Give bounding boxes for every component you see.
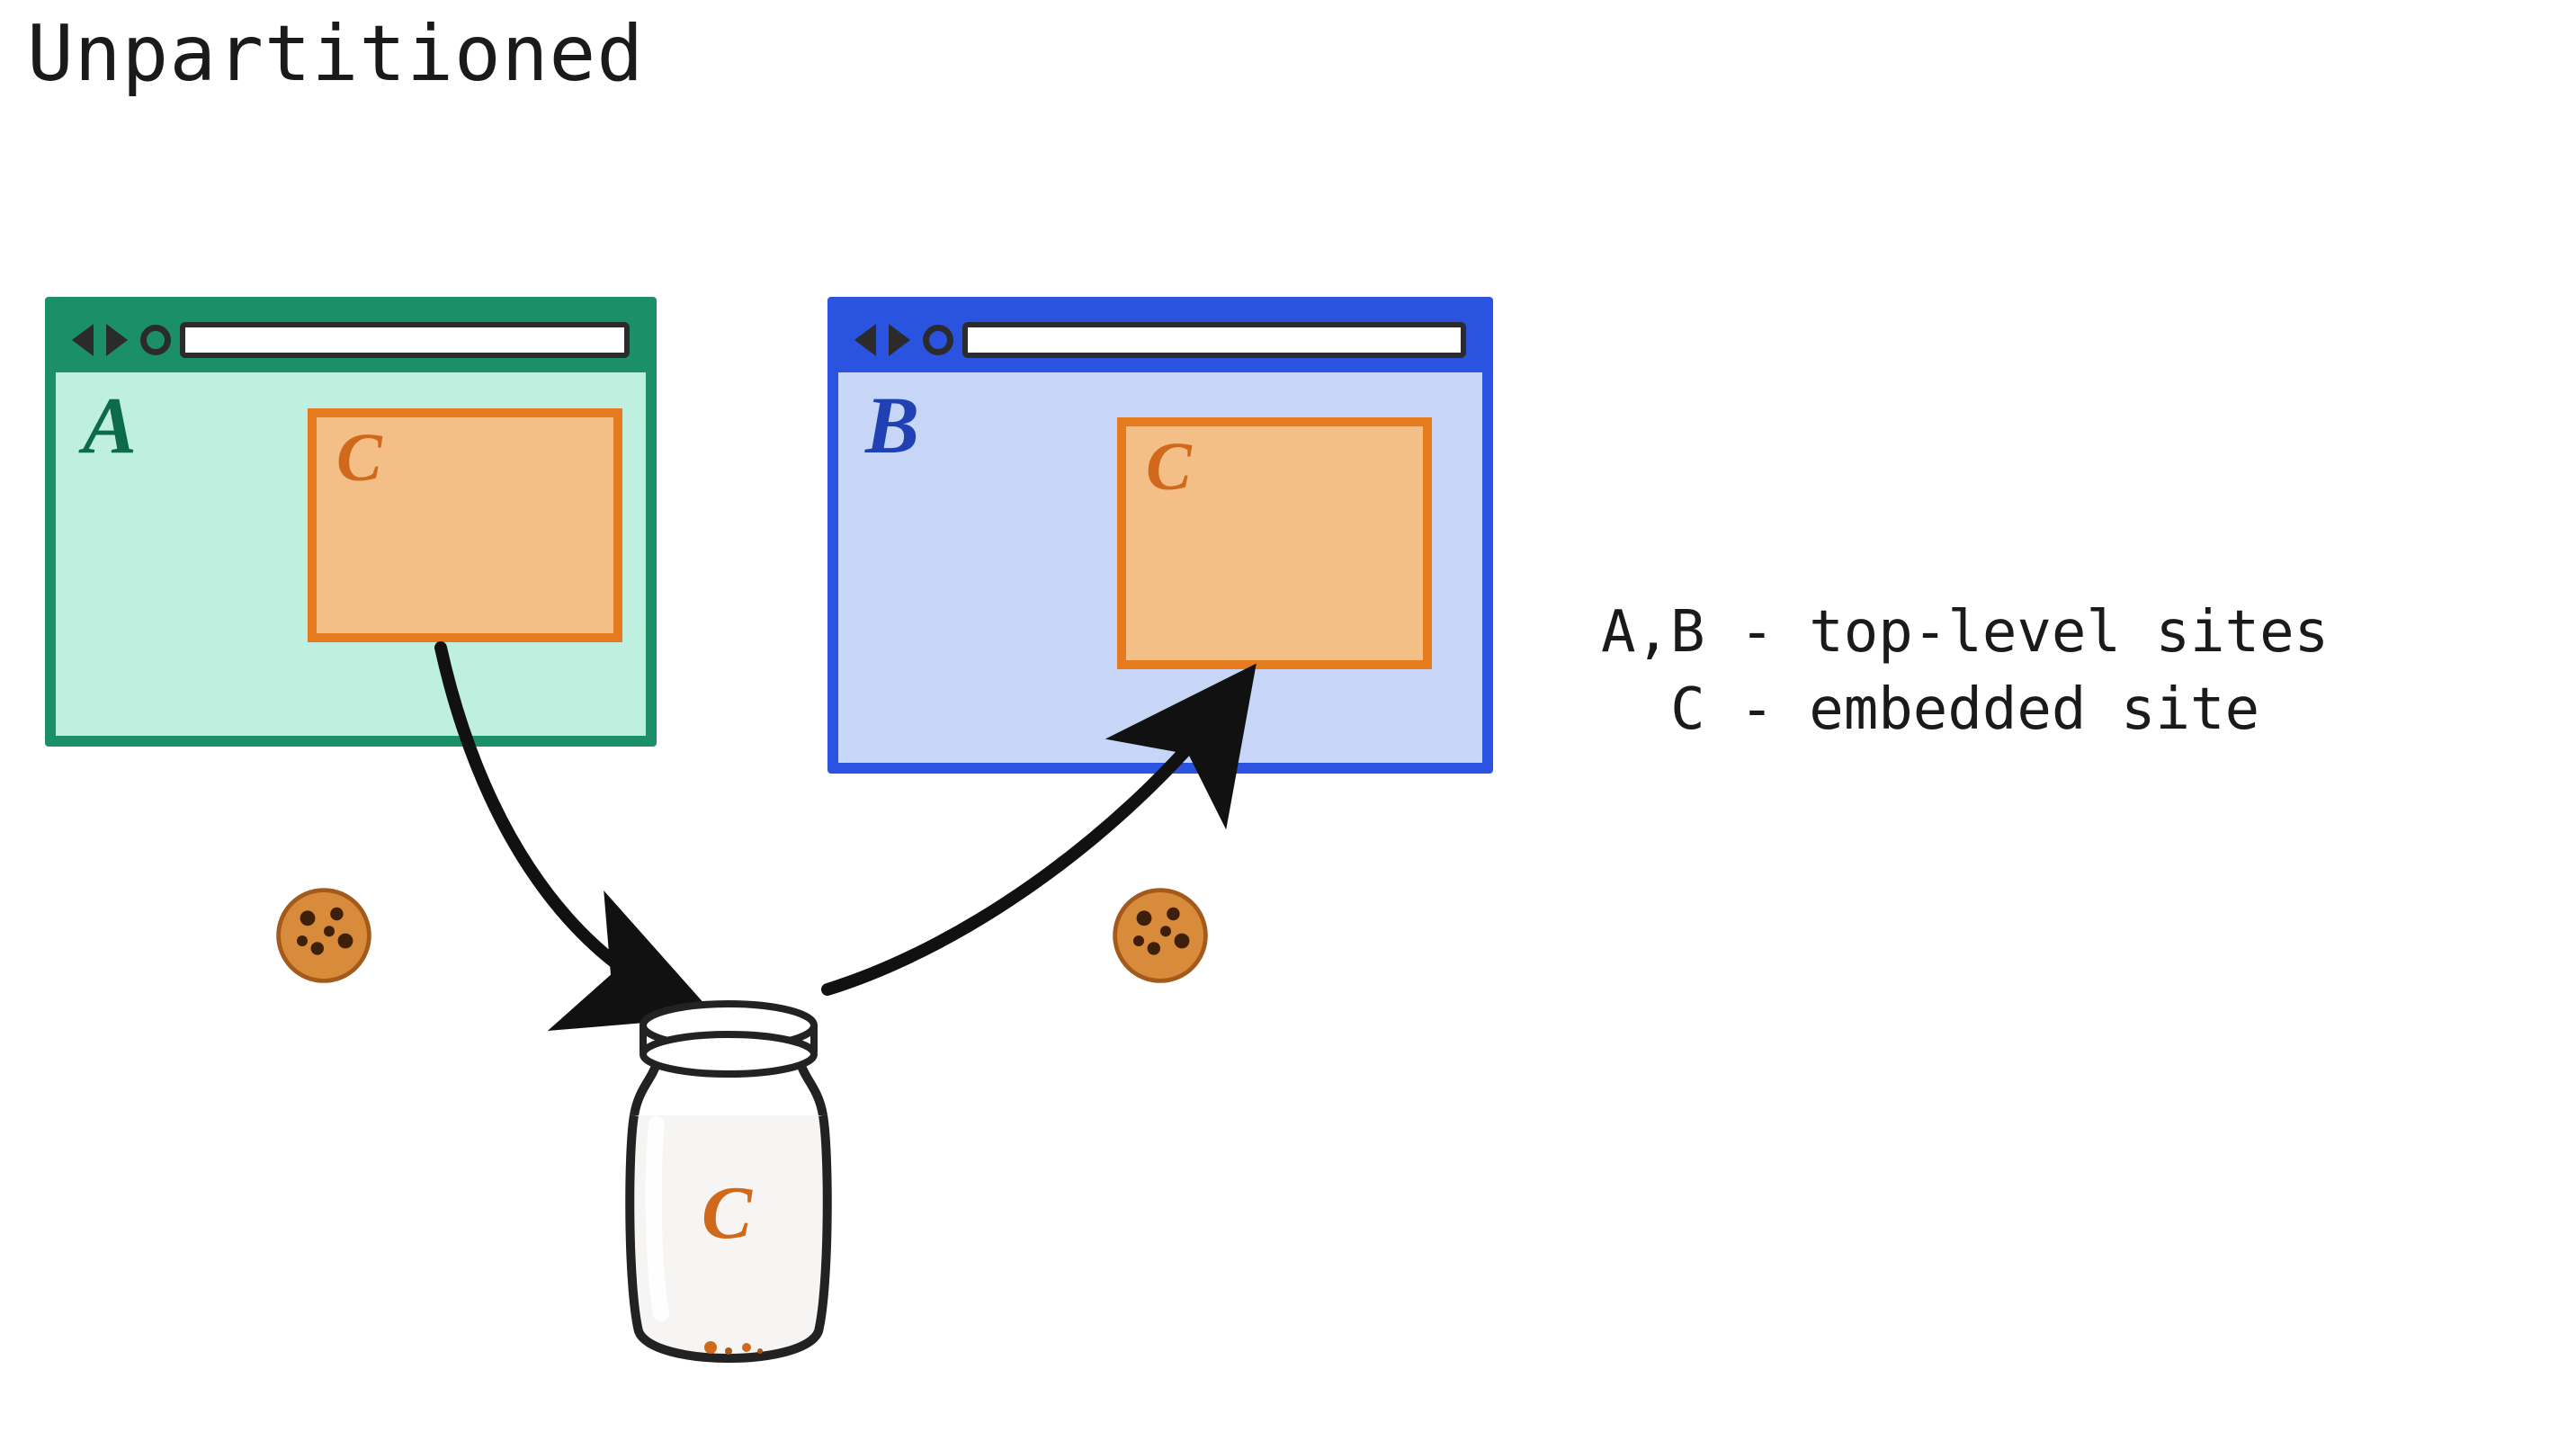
cookie-icon — [270, 882, 378, 989]
arrow-jar-to-b — [0, 0, 2576, 1450]
jar-label: C — [702, 1169, 752, 1257]
cookie-icon — [1106, 882, 1214, 989]
cookie-jar: C — [603, 989, 854, 1385]
diagram-stage: Unpartitioned A C — [0, 0, 2576, 1450]
